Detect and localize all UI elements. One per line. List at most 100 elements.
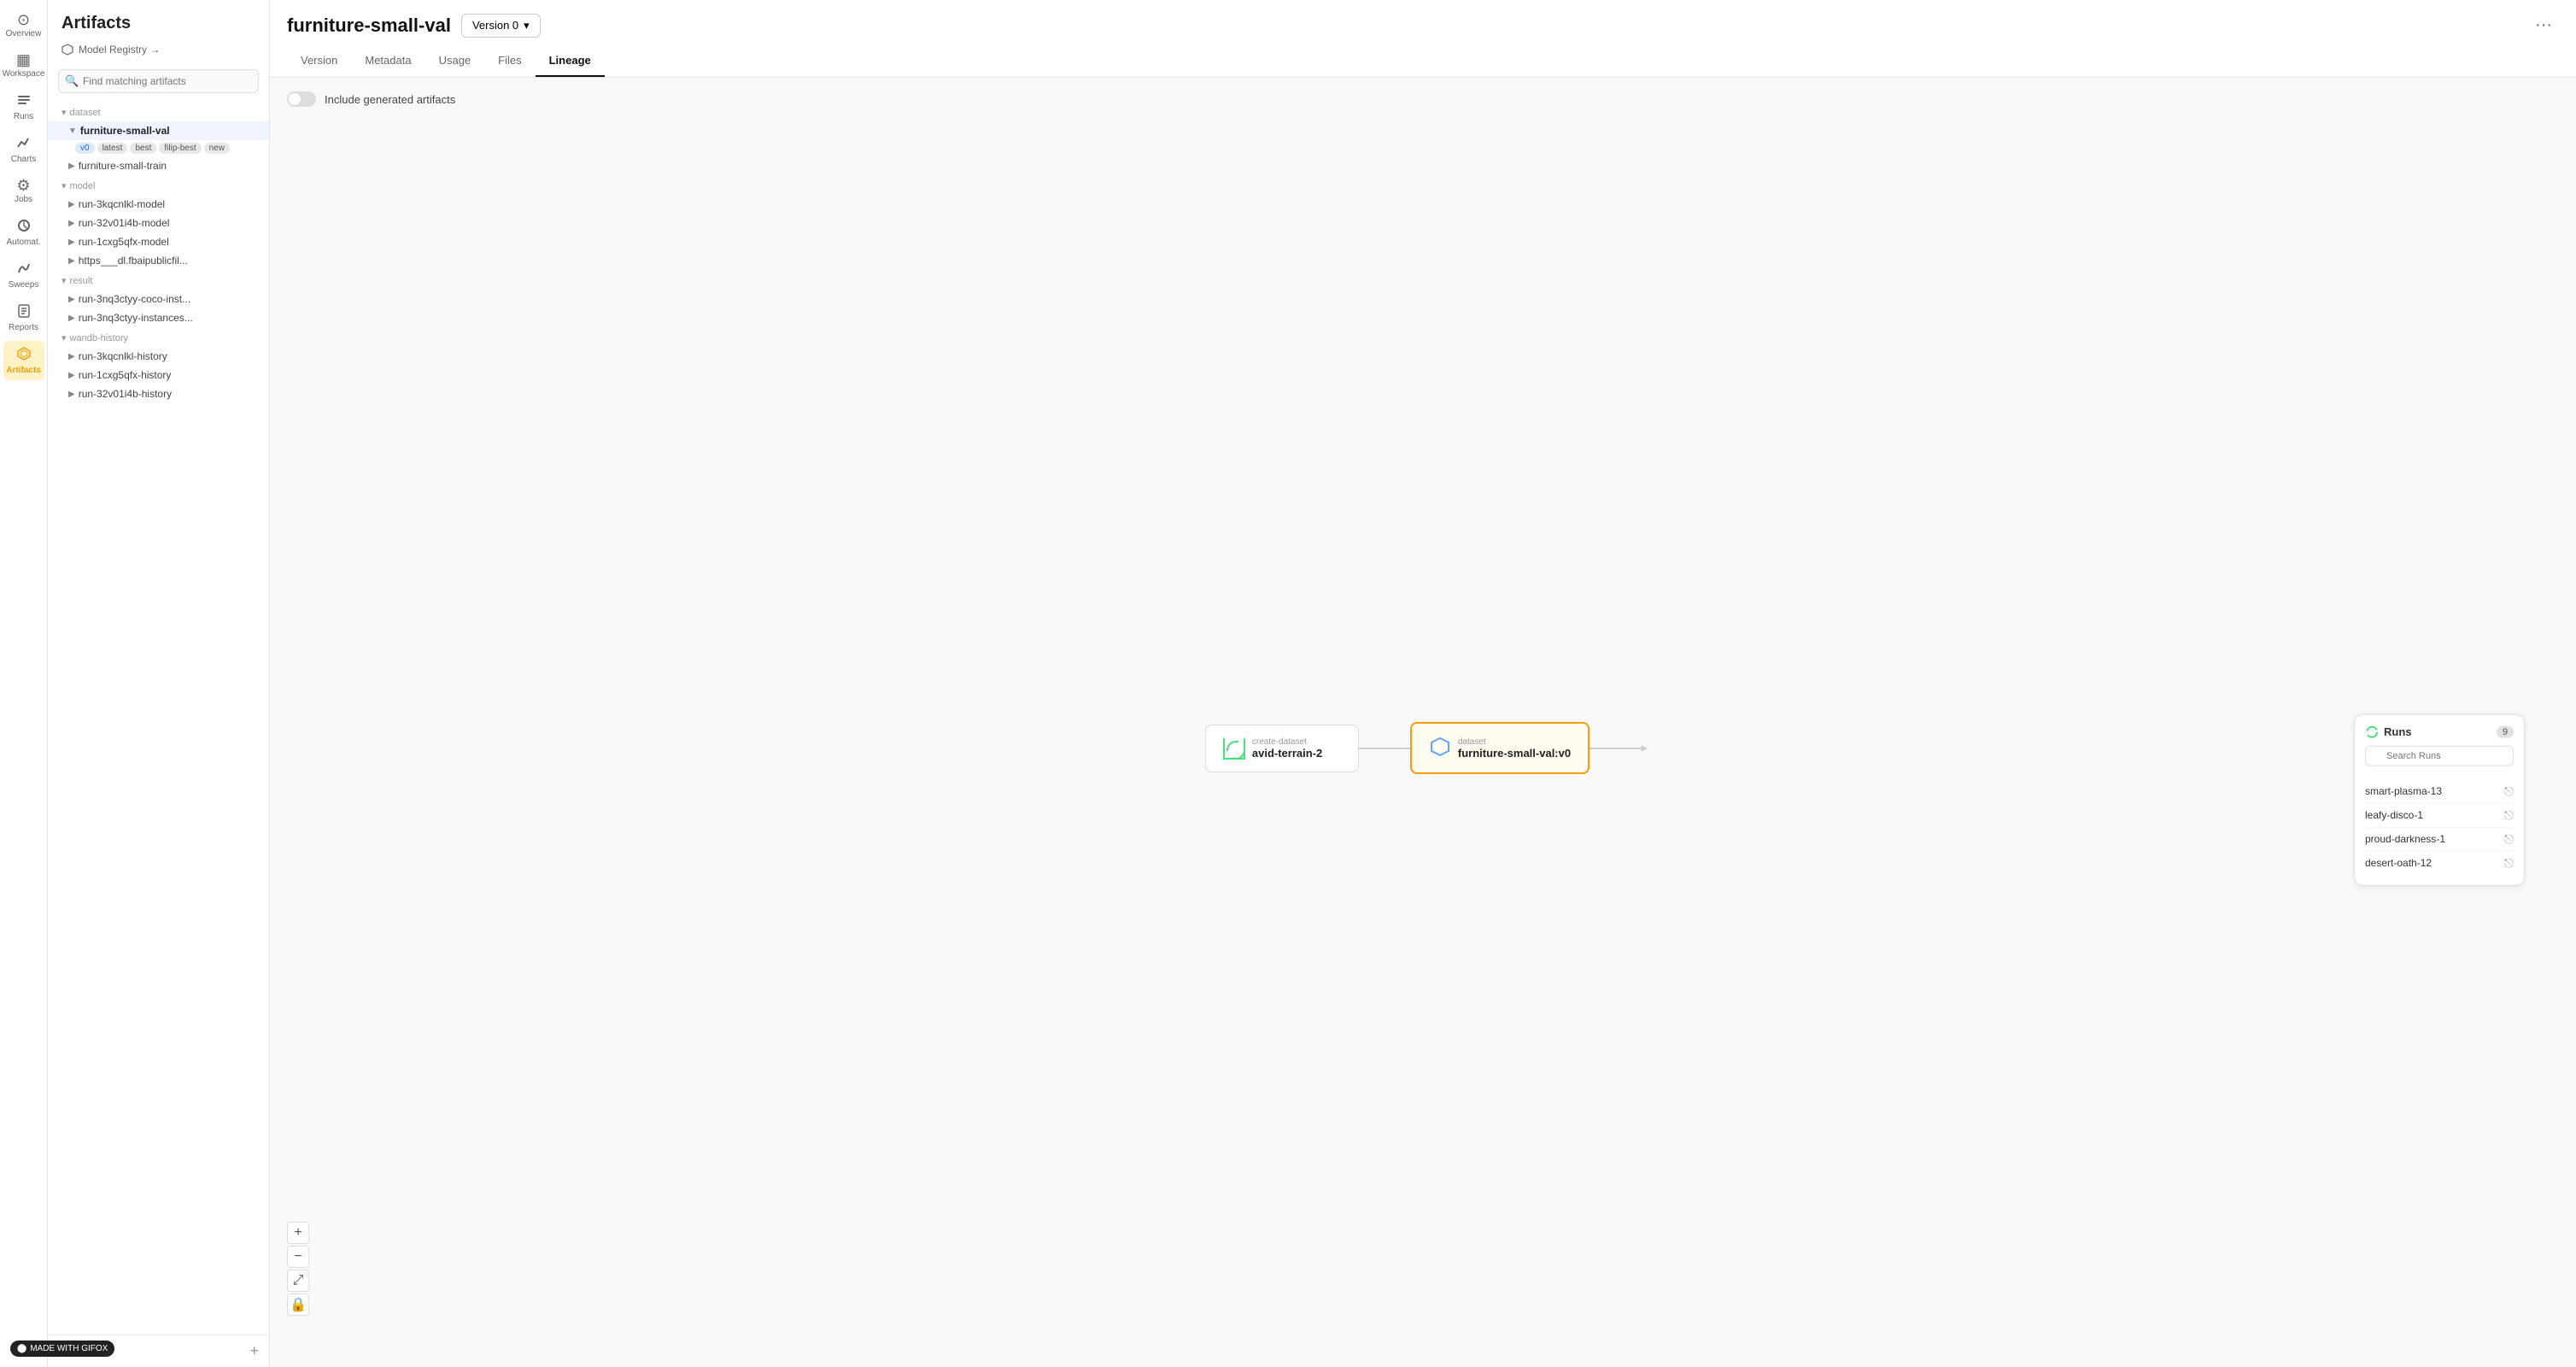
- version-button[interactable]: Version 0 ▾: [461, 14, 541, 38]
- runs-count: 9: [2497, 725, 2514, 737]
- source-node-type: create-dataset: [1252, 737, 1322, 747]
- runs-title: Runs: [2365, 725, 2412, 738]
- category-result[interactable]: ▾ result: [48, 270, 269, 290]
- tree-item-run-32v01i4b-history[interactable]: ▶ run-32v01i4b-history: [48, 384, 269, 403]
- arrow-icon: ▶: [68, 352, 75, 361]
- target-node[interactable]: dataset furniture-small-val:v0: [1410, 722, 1590, 774]
- sidebar-item-runs[interactable]: Runs: [3, 87, 44, 126]
- sidebar-title: Artifacts: [48, 0, 269, 40]
- graph-arrow-2: [1590, 748, 1641, 749]
- runs-search-input[interactable]: [2365, 745, 2514, 766]
- search-box: 🔍: [58, 69, 259, 93]
- more-button[interactable]: ···: [2528, 12, 2559, 38]
- run-link-icon[interactable]: ⎋: [2504, 783, 2514, 798]
- charts-icon: [16, 135, 32, 153]
- jobs-icon: ⚙: [16, 178, 30, 193]
- runs-search-wrap: 🔍: [2365, 745, 2514, 772]
- source-node[interactable]: create-dataset avid-terrain-2: [1205, 725, 1359, 772]
- arrow-icon: ▶: [68, 219, 75, 228]
- sidebar-item-workspace[interactable]: ▦ Workspace: [3, 47, 44, 84]
- sidebar-item-jobs[interactable]: ⚙ Jobs: [3, 173, 44, 209]
- tags-row: v0 latest best filip-best new: [48, 140, 269, 156]
- runs-panel: Runs 9 🔍 smart-plasma-13 ⎋ leafy-disco-1: [2354, 713, 2525, 885]
- tag-new[interactable]: new: [204, 143, 230, 154]
- sidebar-item-charts[interactable]: Charts: [3, 130, 44, 169]
- include-toggle[interactable]: [287, 91, 316, 107]
- tab-metadata[interactable]: Metadata: [351, 45, 424, 77]
- zoom-lock-button[interactable]: 🔒: [287, 1294, 309, 1316]
- category-dataset[interactable]: ▾ dataset: [48, 102, 269, 121]
- zoom-controls: + − ⤢ 🔒: [287, 1222, 309, 1316]
- sidebar-item-sweeps[interactable]: Sweeps: [3, 255, 44, 295]
- chevron-down-icon: ▾: [61, 275, 67, 286]
- sidebar-item-reports[interactable]: Reports: [3, 298, 44, 337]
- canvas-area: Include generated artifacts create-datas…: [270, 78, 2576, 1367]
- run-item[interactable]: leafy-disco-1 ⎋: [2365, 803, 2514, 827]
- overview-icon: ⊙: [17, 12, 30, 27]
- tag-latest[interactable]: latest: [97, 143, 128, 154]
- search-input[interactable]: [58, 69, 259, 93]
- tab-files[interactable]: Files: [484, 45, 535, 77]
- include-label: Include generated artifacts: [325, 93, 455, 106]
- run-item[interactable]: desert-oath-12 ⎋: [2365, 851, 2514, 874]
- runs-list: smart-plasma-13 ⎋ leafy-disco-1 ⎋ proud-…: [2365, 779, 2514, 874]
- main-content: furniture-small-val Version 0 ▾ ··· Vers…: [270, 0, 2576, 1367]
- tab-usage[interactable]: Usage: [425, 45, 485, 77]
- arrow-icon: ▼: [68, 126, 77, 136]
- chevron-down-icon: ▾: [524, 19, 530, 32]
- zoom-fit-button[interactable]: ⤢: [287, 1270, 309, 1292]
- arrow-icon: ▶: [68, 390, 75, 399]
- tab-lineage[interactable]: Lineage: [536, 45, 605, 77]
- graph-canvas: create-dataset avid-terrain-2 dataset: [270, 129, 2576, 1367]
- source-node-name: avid-terrain-2: [1252, 747, 1322, 760]
- tree-item-https-dl[interactable]: ▶ https___dl.fbaipublicfil...: [48, 251, 269, 270]
- sidebar-item-automat[interactable]: Automat.: [3, 213, 44, 252]
- automat-icon: [16, 218, 32, 236]
- run-link-icon[interactable]: ⎋: [2504, 831, 2514, 846]
- tree-item-furniture-small-train[interactable]: ▶ furniture-small-train: [48, 156, 269, 175]
- run-link-icon[interactable]: ⎋: [2504, 807, 2514, 822]
- runs-icon: [16, 92, 32, 110]
- tree-item-run-1cxg5qfx-history[interactable]: ▶ run-1cxg5qfx-history: [48, 366, 269, 384]
- tree-item-run-32v01i4b-model[interactable]: ▶ run-32v01i4b-model: [48, 214, 269, 232]
- reports-icon: [16, 303, 32, 321]
- tabs: Version Metadata Usage Files Lineage: [287, 45, 2559, 77]
- chevron-down-icon: ▾: [61, 332, 67, 343]
- model-registry-link[interactable]: Model Registry →: [48, 40, 269, 66]
- target-node-type: dataset: [1458, 737, 1571, 747]
- sidebar-item-artifacts[interactable]: Artifacts: [3, 341, 44, 380]
- chevron-down-icon: ▾: [61, 180, 67, 191]
- category-model[interactable]: ▾ model: [48, 175, 269, 195]
- tab-version[interactable]: Version: [287, 45, 351, 77]
- zoom-out-button[interactable]: −: [287, 1246, 309, 1268]
- tree-item-run-3nq3ctyy-instances[interactable]: ▶ run-3nq3ctyy-instances...: [48, 308, 269, 327]
- search-icon: 🔍: [65, 74, 79, 88]
- tree-item-run-1cxg5qfx-model[interactable]: ▶ run-1cxg5qfx-model: [48, 232, 269, 251]
- runs-panel-header: Runs 9: [2365, 725, 2514, 738]
- tag-filip-best[interactable]: filip-best: [159, 143, 201, 154]
- sidebar-item-overview[interactable]: ⊙ Overview: [3, 7, 44, 44]
- title-row: furniture-small-val Version 0 ▾ ···: [287, 0, 2559, 38]
- tree-item-furniture-small-val[interactable]: ▼ furniture-small-val: [48, 121, 269, 140]
- sidebar: Artifacts Model Registry → 🔍 ▾ dataset ▼…: [48, 0, 270, 1367]
- tree-item-run-3nq3ctyy-coco[interactable]: ▶ run-3nq3ctyy-coco-inst...: [48, 290, 269, 308]
- chevron-down-icon: ▾: [61, 107, 67, 118]
- arrow-icon: ▶: [68, 295, 75, 304]
- tree-item-run-3kqcnlkl-history[interactable]: ▶ run-3kqcnlkl-history: [48, 347, 269, 366]
- graph-arrow: [1359, 748, 1410, 749]
- tag-best[interactable]: best: [130, 143, 156, 154]
- run-item[interactable]: smart-plasma-13 ⎋: [2365, 779, 2514, 803]
- include-row: Include generated artifacts: [270, 78, 2576, 120]
- artifacts-icon: [16, 346, 32, 364]
- zoom-in-button[interactable]: +: [287, 1222, 309, 1244]
- left-navigation: ⊙ Overview ▦ Workspace Runs Charts ⚙ Job…: [0, 0, 48, 1367]
- arrow-icon: ▶: [68, 256, 75, 266]
- arrow-icon: ▶: [68, 161, 75, 171]
- tree-item-run-3kqcnlkl-model[interactable]: ▶ run-3kqcnlkl-model: [48, 195, 269, 214]
- category-wandb-history[interactable]: ▾ wandb-history: [48, 327, 269, 347]
- sweeps-icon: [16, 261, 32, 279]
- run-item[interactable]: proud-darkness-1 ⎋: [2365, 827, 2514, 851]
- tag-v0[interactable]: v0: [75, 143, 95, 154]
- add-button[interactable]: +: [249, 1342, 259, 1360]
- run-link-icon[interactable]: ⎋: [2504, 855, 2514, 870]
